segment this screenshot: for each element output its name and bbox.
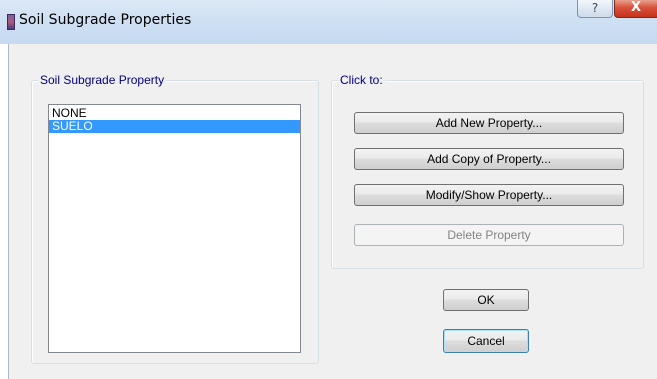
close-button[interactable]: X [614, 0, 657, 18]
cancel-button[interactable]: Cancel [443, 329, 529, 353]
app-icon [7, 14, 15, 30]
delete-property-button: Delete Property [354, 224, 624, 246]
close-icon: X [630, 0, 642, 15]
help-button[interactable]: ? [577, 0, 613, 18]
property-listbox[interactable]: NONE SUELO [48, 104, 301, 353]
add-new-property-button[interactable]: Add New Property... [354, 112, 624, 134]
dialog-client-area: Soil Subgrade Property NONE SUELO Click … [8, 44, 657, 379]
title-bar[interactable]: Soil Subgrade Properties ? X [0, 0, 657, 44]
question-mark-icon: ? [591, 1, 599, 15]
click-to-legend: Click to: [338, 73, 385, 87]
add-copy-of-property-button[interactable]: Add Copy of Property... [354, 148, 624, 170]
ok-button[interactable]: OK [443, 289, 529, 311]
modify-show-property-button[interactable]: Modify/Show Property... [354, 184, 624, 206]
list-item-suelo[interactable]: SUELO [49, 120, 300, 133]
window-title: Soil Subgrade Properties [19, 12, 192, 28]
soil-subgrade-property-legend: Soil Subgrade Property [38, 73, 167, 87]
